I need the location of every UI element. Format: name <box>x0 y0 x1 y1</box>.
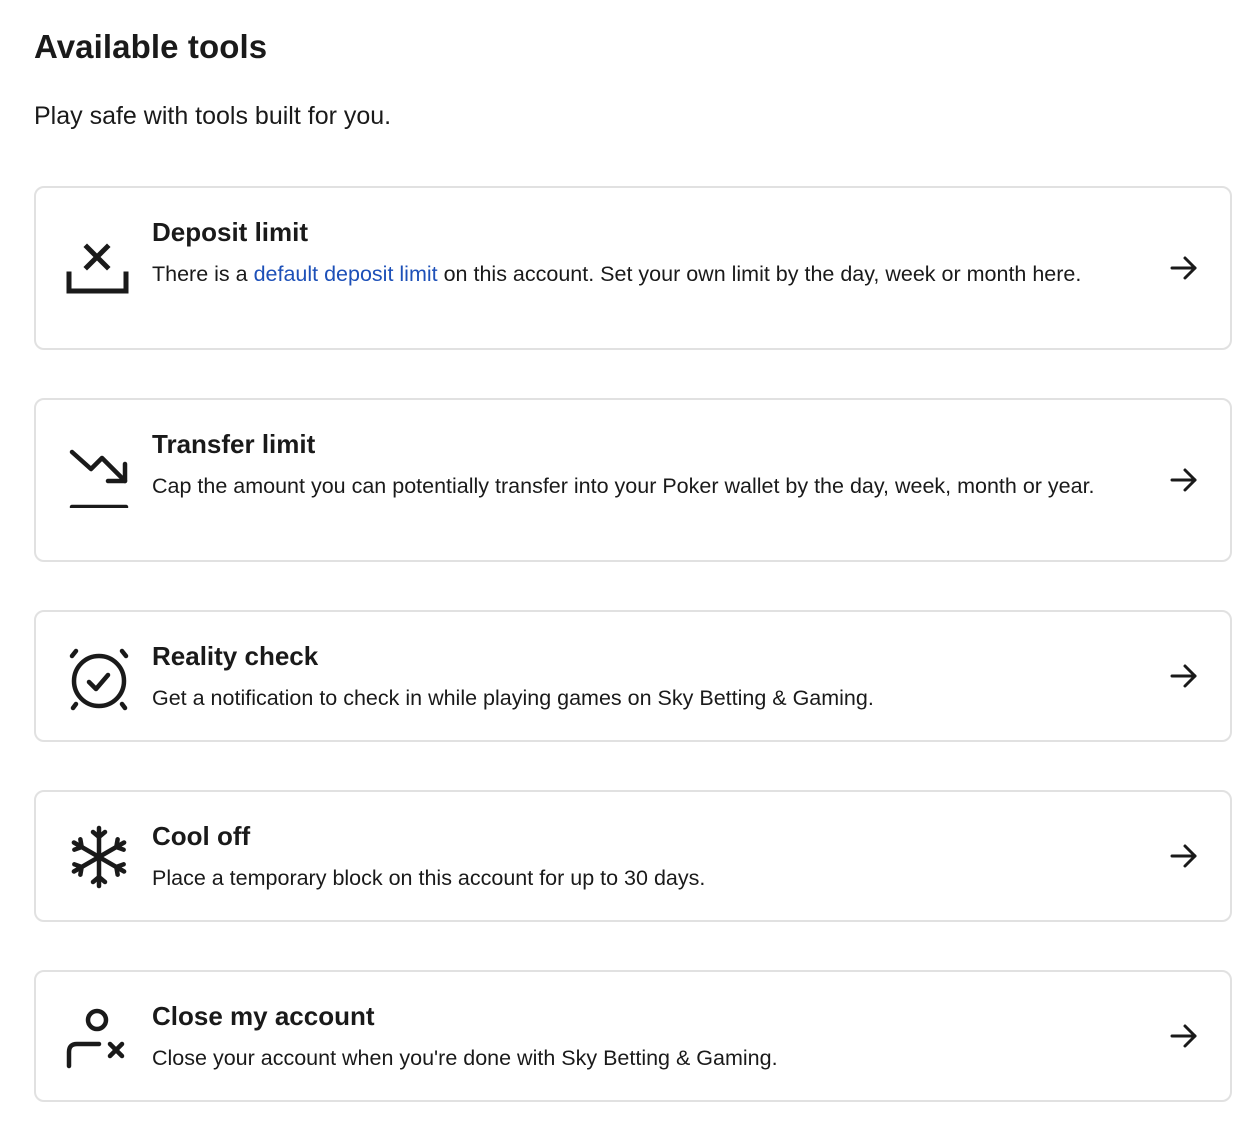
tool-title: Transfer limit <box>152 429 316 459</box>
tool-title: Cool off <box>152 821 251 851</box>
arrow-right-icon[interactable] <box>1168 660 1200 692</box>
tool-title: Close my account <box>152 1001 375 1031</box>
tool-description: Cap the amount you can potentially trans… <box>152 474 1095 498</box>
arrow-right-icon[interactable] <box>1168 840 1200 872</box>
default-deposit-limit-link[interactable]: default deposit limit <box>254 262 438 286</box>
tool-description: Place a temporary block on this account … <box>152 866 706 890</box>
trend-down-icon <box>66 442 132 508</box>
arrow-right-icon[interactable] <box>1168 252 1200 284</box>
cool-off-card[interactable]: Cool off Place a temporary block on this… <box>34 790 1232 922</box>
snowflake-icon <box>66 824 132 890</box>
tool-description: Get a notification to check in while pla… <box>152 686 874 710</box>
page-subtitle: Play safe with tools built for you. <box>34 102 392 130</box>
deposit-limit-icon <box>66 238 132 304</box>
page-title: Available tools <box>34 28 268 65</box>
tool-title: Reality check <box>152 641 319 671</box>
user-remove-icon <box>66 1006 132 1072</box>
arrow-right-icon[interactable] <box>1168 1020 1200 1052</box>
tool-title: Deposit limit <box>152 217 309 247</box>
tool-description: Close your account when you're done with… <box>152 1046 778 1070</box>
arrow-right-icon[interactable] <box>1168 464 1200 496</box>
close-account-card[interactable]: Close my account Close your account when… <box>34 970 1232 1102</box>
deposit-limit-card[interactable]: Deposit limit There is a default deposit… <box>34 186 1232 350</box>
transfer-limit-card[interactable]: Transfer limit Cap the amount you can po… <box>34 398 1232 562</box>
alarm-clock-check-icon <box>66 646 132 712</box>
tool-description: There is a default deposit limit on this… <box>152 262 1082 286</box>
reality-check-card[interactable]: Reality check Get a notification to chec… <box>34 610 1232 742</box>
